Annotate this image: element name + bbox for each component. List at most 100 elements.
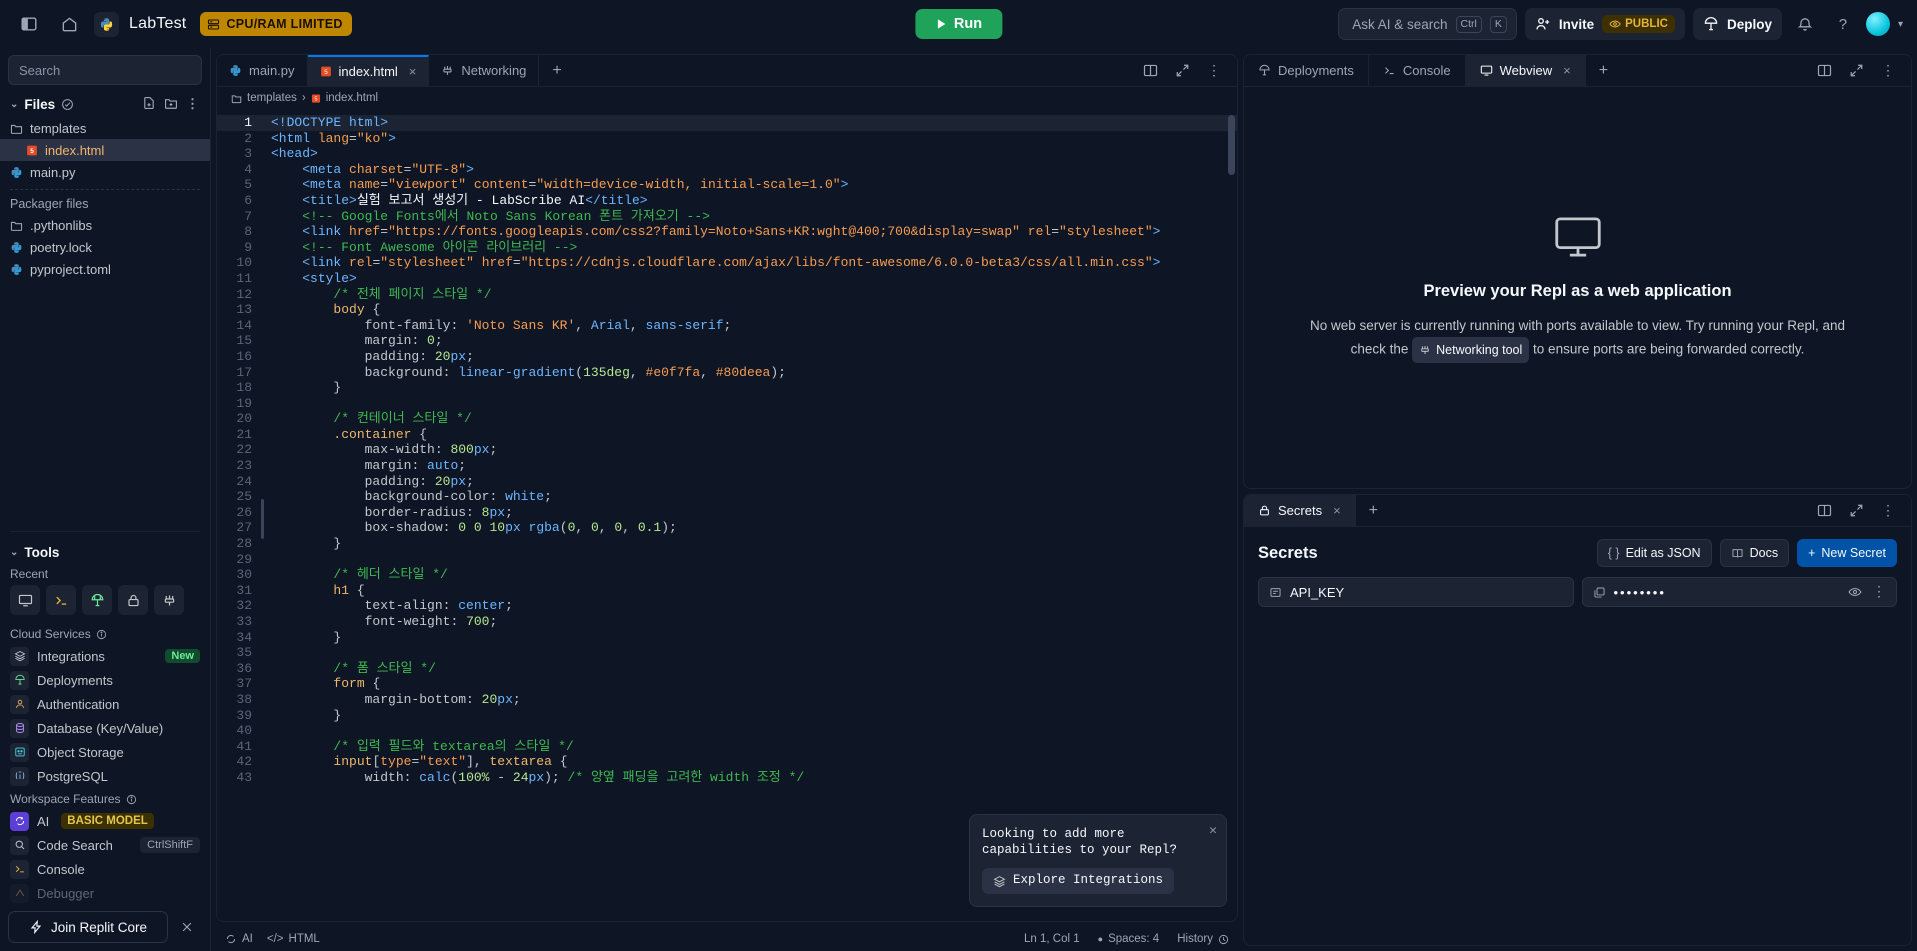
chevron-down-icon[interactable]: ⌄ xyxy=(10,547,18,558)
sidebar-item-postgresql[interactable]: PostgreSQL xyxy=(0,764,210,788)
code-line[interactable]: <link rel="stylesheet" href="https://cdn… xyxy=(271,255,1237,271)
copy-icon[interactable] xyxy=(1593,586,1606,599)
secrets-lock-icon[interactable] xyxy=(118,585,148,615)
tab-deployments[interactable]: Deployments xyxy=(1244,55,1369,86)
tab-close-icon[interactable]: × xyxy=(1563,63,1571,78)
join-replit-core-button[interactable]: Join Replit Core xyxy=(8,911,168,943)
expand-icon[interactable] xyxy=(1841,496,1871,526)
code-line[interactable]: h1 { xyxy=(271,583,1237,599)
code-line[interactable]: max-width: 800px; xyxy=(271,442,1237,458)
code-line[interactable]: } xyxy=(271,708,1237,724)
code-line[interactable]: background: linear-gradient(135deg, #e0f… xyxy=(271,365,1237,381)
status-ai[interactable]: AI xyxy=(225,933,253,945)
code-line[interactable]: /* 컨테이너 스타일 */ xyxy=(271,411,1237,427)
eye-icon[interactable] xyxy=(1848,585,1862,599)
code-line[interactable]: margin: auto; xyxy=(271,458,1237,474)
tab-index-html[interactable]: 5 index.html × xyxy=(308,55,430,86)
sidebar-item-authentication[interactable]: Authentication xyxy=(0,692,210,716)
more-vertical-icon[interactable]: ⋮ xyxy=(1199,56,1229,86)
more-vertical-icon[interactable]: ⋮ xyxy=(1872,585,1886,599)
user-plus-icon[interactable] xyxy=(1535,16,1551,32)
files-section-header[interactable]: ⌄ Files ⋮ xyxy=(0,89,210,117)
new-tab-icon[interactable]: + xyxy=(539,55,574,86)
tab-secrets[interactable]: Secrets × xyxy=(1244,495,1356,526)
info-icon[interactable] xyxy=(96,629,107,640)
tree-item-poetry-lock[interactable]: poetry.lock xyxy=(0,236,210,258)
cpu-ram-badge[interactable]: CPU/RAM LIMITED xyxy=(200,12,351,36)
shell-icon[interactable] xyxy=(46,585,76,615)
code-line[interactable]: <head> xyxy=(271,146,1237,162)
code-line[interactable]: font-weight: 700; xyxy=(271,614,1237,630)
sidebar-item-integrations[interactable]: Integrations New xyxy=(0,644,210,668)
tab-webview[interactable]: Webview × xyxy=(1466,55,1586,86)
code-line[interactable]: <link href="https://fonts.googleapis.com… xyxy=(271,224,1237,240)
bell-icon[interactable] xyxy=(1790,9,1820,39)
code-line[interactable]: border-radius: 8px; xyxy=(271,505,1237,521)
sidebar-item-deployments[interactable]: Deployments xyxy=(0,668,210,692)
tree-item-index-html[interactable]: 5 index.html xyxy=(0,139,210,161)
close-icon[interactable] xyxy=(172,912,202,942)
code-editor[interactable]: 1234567891011121314151617181920212223242… xyxy=(217,109,1237,921)
secret-key-field[interactable]: API_KEY xyxy=(1258,577,1574,607)
new-tab-icon[interactable]: + xyxy=(1586,55,1621,86)
more-vertical-icon[interactable]: ⋮ xyxy=(186,96,200,112)
sidebar-item-database[interactable]: Database (Key/Value) xyxy=(0,716,210,740)
code-line[interactable] xyxy=(271,396,1237,412)
code-content[interactable]: <!DOCTYPE html><html lang="ko"><head> <m… xyxy=(261,109,1237,921)
code-line[interactable]: margin: 0; xyxy=(271,333,1237,349)
code-line[interactable] xyxy=(271,645,1237,661)
new-folder-icon[interactable] xyxy=(164,96,178,112)
code-line[interactable]: <!-- Font Awesome 아이콘 라이브러리 --> xyxy=(271,240,1237,256)
code-line[interactable]: text-align: center; xyxy=(271,598,1237,614)
tab-close-icon[interactable]: × xyxy=(409,64,417,79)
code-line[interactable]: font-family: 'Noto Sans KR', Arial, sans… xyxy=(271,318,1237,334)
code-line[interactable]: /* 입력 필드와 textarea의 스타일 */ xyxy=(271,739,1237,755)
networking-icon[interactable] xyxy=(154,585,184,615)
sidebar-item-code-search[interactable]: Code Search CtrlShiftF xyxy=(0,833,210,857)
sidebar-item-object-storage[interactable]: Object Storage xyxy=(0,740,210,764)
sidebar-item-console[interactable]: Console xyxy=(0,857,210,881)
status-history[interactable]: History xyxy=(1177,933,1229,945)
edit-as-json-button[interactable]: { } Edit as JSON xyxy=(1597,539,1712,567)
docs-button[interactable]: Docs xyxy=(1720,539,1789,567)
chevron-down-icon[interactable]: ▾ xyxy=(1898,19,1903,30)
status-language[interactable]: </> HTML xyxy=(267,933,320,945)
status-spaces[interactable]: ● Spaces: 4 xyxy=(1098,933,1160,945)
webview-icon[interactable] xyxy=(10,585,40,615)
code-line[interactable]: <style> xyxy=(271,271,1237,287)
code-line[interactable]: background-color: white; xyxy=(271,489,1237,505)
code-line[interactable]: /* 전체 페이지 스타일 */ xyxy=(271,287,1237,303)
networking-tool-chip[interactable]: Networking tool xyxy=(1412,337,1529,363)
code-line[interactable]: <html lang="ko"> xyxy=(271,131,1237,147)
deploy-button[interactable]: Deploy xyxy=(1693,8,1782,40)
breadcrumb-file[interactable]: index.html xyxy=(326,92,378,104)
user-avatar[interactable] xyxy=(1866,12,1890,36)
explore-integrations-button[interactable]: Explore Integrations xyxy=(982,868,1174,894)
code-line[interactable]: <title>실험 보고서 생성기 - LabScribe AI</title> xyxy=(271,193,1237,209)
code-line[interactable]: <!-- Google Fonts에서 Noto Sans Korean 폰트 … xyxy=(271,209,1237,225)
code-line[interactable]: input[type="text"], textarea { xyxy=(271,754,1237,770)
project-name[interactable]: LabTest xyxy=(129,15,186,33)
code-line[interactable]: } xyxy=(271,380,1237,396)
expand-icon[interactable] xyxy=(1167,56,1197,86)
code-line[interactable]: } xyxy=(271,630,1237,646)
more-vertical-icon[interactable]: ⋮ xyxy=(1873,496,1903,526)
code-line[interactable] xyxy=(271,723,1237,739)
code-line[interactable]: box-shadow: 0 0 10px rgba(0, 0, 0, 0.1); xyxy=(271,520,1237,536)
code-line[interactable]: .container { xyxy=(271,427,1237,443)
tree-item-templates[interactable]: templates xyxy=(0,117,210,139)
sidebar-toggle-icon[interactable] xyxy=(14,9,44,39)
popup-close-icon[interactable]: ✕ xyxy=(1209,823,1217,839)
chevron-down-icon[interactable]: ⌄ xyxy=(10,99,18,110)
sidebar-item-ai[interactable]: AI BASIC MODEL xyxy=(0,809,210,833)
split-pane-icon[interactable] xyxy=(1809,496,1839,526)
code-line[interactable]: <!DOCTYPE html> xyxy=(271,115,1237,131)
code-line[interactable]: /* 헤더 스타일 */ xyxy=(271,567,1237,583)
code-line[interactable]: margin-bottom: 20px; xyxy=(271,692,1237,708)
tab-console[interactable]: Console xyxy=(1369,55,1466,86)
code-line[interactable]: width: calc(100% - 24px); /* 양옆 패딩을 고려한 … xyxy=(271,770,1237,786)
code-line[interactable]: padding: 20px; xyxy=(271,349,1237,365)
tools-section-header[interactable]: ⌄ Tools xyxy=(0,538,210,565)
deployments-icon[interactable] xyxy=(82,585,112,615)
tab-main-py[interactable]: main.py xyxy=(217,55,308,86)
